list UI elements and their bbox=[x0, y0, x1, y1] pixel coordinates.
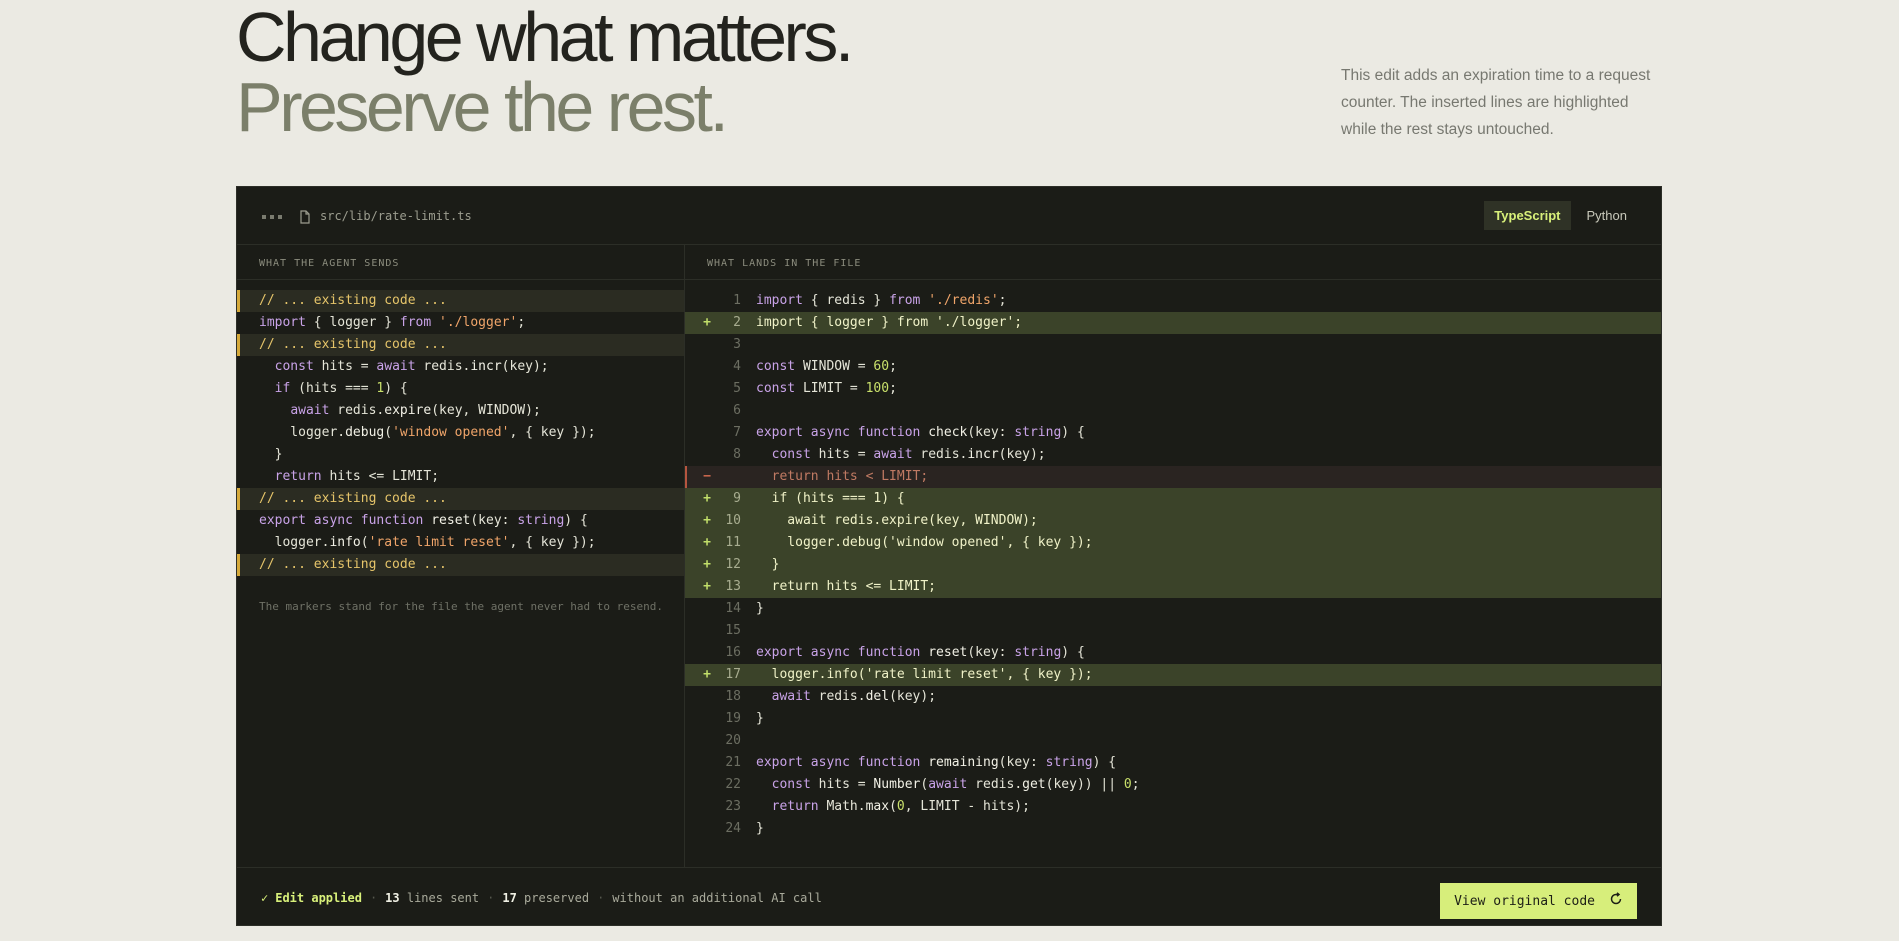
removed-line: − return hits < LIMIT; bbox=[685, 466, 1661, 488]
file-code: 1 import { redis } from './redis'; +2 impo… bbox=[685, 280, 1661, 840]
code-line: 6 bbox=[733, 403, 741, 418]
status-label: Edit applied bbox=[275, 891, 362, 905]
check-icon: ✓ bbox=[261, 891, 269, 905]
added-line: +9 if (hits === 1) { bbox=[685, 488, 1661, 510]
tab-python[interactable]: Python bbox=[1577, 201, 1637, 230]
view-original-button[interactable]: View original code bbox=[1440, 883, 1637, 919]
code-line: export async function reset(key: string)… bbox=[259, 513, 588, 528]
code-line: 8 const hits = await redis.incr(key); bbox=[733, 447, 1046, 462]
file-path: src/lib/rate-limit.ts bbox=[320, 209, 472, 223]
added-line: +11 logger.debug('window opened', { key … bbox=[685, 532, 1661, 554]
code-line: 20 bbox=[725, 733, 741, 748]
file-icon bbox=[299, 209, 311, 228]
status-tail: without an additional AI call bbox=[612, 891, 822, 905]
code-line: import { logger } from './logger'; bbox=[259, 315, 526, 330]
code-line: 3 bbox=[733, 337, 741, 352]
headline-line-2: Preserve the rest. bbox=[236, 68, 729, 146]
language-tabs: TypeScript Python bbox=[1484, 201, 1637, 230]
code-line: 23 return Math.max(0, LIMIT - hits); bbox=[725, 799, 1030, 814]
added-line: +2 import { logger } from './logger'; bbox=[685, 312, 1661, 334]
editor-topbar: src/lib/rate-limit.ts TypeScript Python bbox=[237, 187, 1661, 245]
tab-typescript[interactable]: TypeScript bbox=[1484, 201, 1571, 230]
headline-line-1: Change what matters. bbox=[236, 0, 854, 76]
code-line: 7 export async function check(key: string… bbox=[733, 425, 1085, 440]
preserved-label: preserved bbox=[524, 891, 590, 905]
code-line: 16 export async function reset(key: strin… bbox=[725, 645, 1085, 660]
added-line: +10 await redis.expire(key, WINDOW); bbox=[685, 510, 1661, 532]
more-dots-icon bbox=[262, 215, 282, 219]
code-line: 5 const LIMIT = 100; bbox=[733, 381, 897, 396]
code-line: await redis.expire(key, WINDOW); bbox=[290, 403, 541, 418]
separator: · bbox=[369, 891, 378, 905]
refresh-icon bbox=[1609, 892, 1623, 910]
code-line: 24} bbox=[725, 821, 764, 836]
hero: Change what matters. Preserve the rest. … bbox=[236, 0, 1661, 186]
code-line: 1 import { redis } from './redis'; bbox=[733, 293, 1007, 308]
separator: · bbox=[487, 891, 495, 905]
existing-code-marker: // ... existing code ... bbox=[237, 488, 684, 510]
lines-sent-count: 13 bbox=[385, 891, 400, 905]
code-line: 15 bbox=[725, 623, 741, 638]
added-line: +12 } bbox=[685, 554, 1661, 576]
existing-code-marker: // ... existing code ... bbox=[237, 554, 684, 576]
headline: Change what matters. Preserve the rest. bbox=[236, 0, 854, 146]
added-line: +17 logger.info('rate limit reset', { ke… bbox=[685, 664, 1661, 686]
hero-description: This edit adds an expiration time to a r… bbox=[1341, 67, 1651, 138]
markers-note: The markers stand for the file the agent… bbox=[259, 600, 663, 613]
added-line: +13 return hits <= LIMIT; bbox=[685, 576, 1661, 598]
lines-sent-label: lines sent bbox=[406, 891, 480, 905]
code-line: 19} bbox=[725, 711, 764, 726]
code-line: 22 const hits = Number(await redis.get(k… bbox=[725, 777, 1140, 792]
code-line: 18 await redis.del(key); bbox=[725, 689, 937, 704]
code-line: 4 const WINDOW = 60; bbox=[733, 359, 897, 374]
file-result-header: WHAT LANDS IN THE FILE bbox=[685, 245, 1661, 280]
code-line: logger.info('rate limit reset', { key })… bbox=[259, 535, 596, 550]
code-line: 21 export async function remaining(key: s… bbox=[725, 755, 1117, 770]
code-line: logger.debug('window opened', { key }); bbox=[259, 425, 596, 440]
code-line: 14} bbox=[725, 601, 764, 616]
existing-code-marker: // ... existing code ... bbox=[237, 334, 684, 356]
agent-sends-column: WHAT THE AGENT SENDS // ... existing cod… bbox=[237, 245, 685, 867]
code-line: } bbox=[259, 447, 283, 462]
preserved-count: 17 bbox=[502, 891, 517, 905]
code-line: return hits <= LIMIT; bbox=[274, 469, 440, 484]
edit-status: ✓ Edit applied · 13 lines sent · 17 pres… bbox=[261, 891, 822, 905]
agent-code: // ... existing code ... import { logger… bbox=[237, 280, 684, 576]
code-diff-panel: src/lib/rate-limit.ts TypeScript Python … bbox=[236, 186, 1662, 926]
code-line: if (hits === 1) { bbox=[274, 381, 408, 396]
file-result-column: WHAT LANDS IN THE FILE 1 import { redis }… bbox=[685, 245, 1661, 867]
view-original-label: View original code bbox=[1454, 893, 1595, 909]
agent-sends-header: WHAT THE AGENT SENDS bbox=[237, 245, 684, 280]
existing-code-marker: // ... existing code ... bbox=[237, 290, 684, 312]
separator: · bbox=[597, 891, 605, 905]
code-line: const hits = await redis.incr(key); bbox=[274, 359, 549, 374]
editor-footer: ✓ Edit applied · 13 lines sent · 17 pres… bbox=[237, 867, 1661, 927]
